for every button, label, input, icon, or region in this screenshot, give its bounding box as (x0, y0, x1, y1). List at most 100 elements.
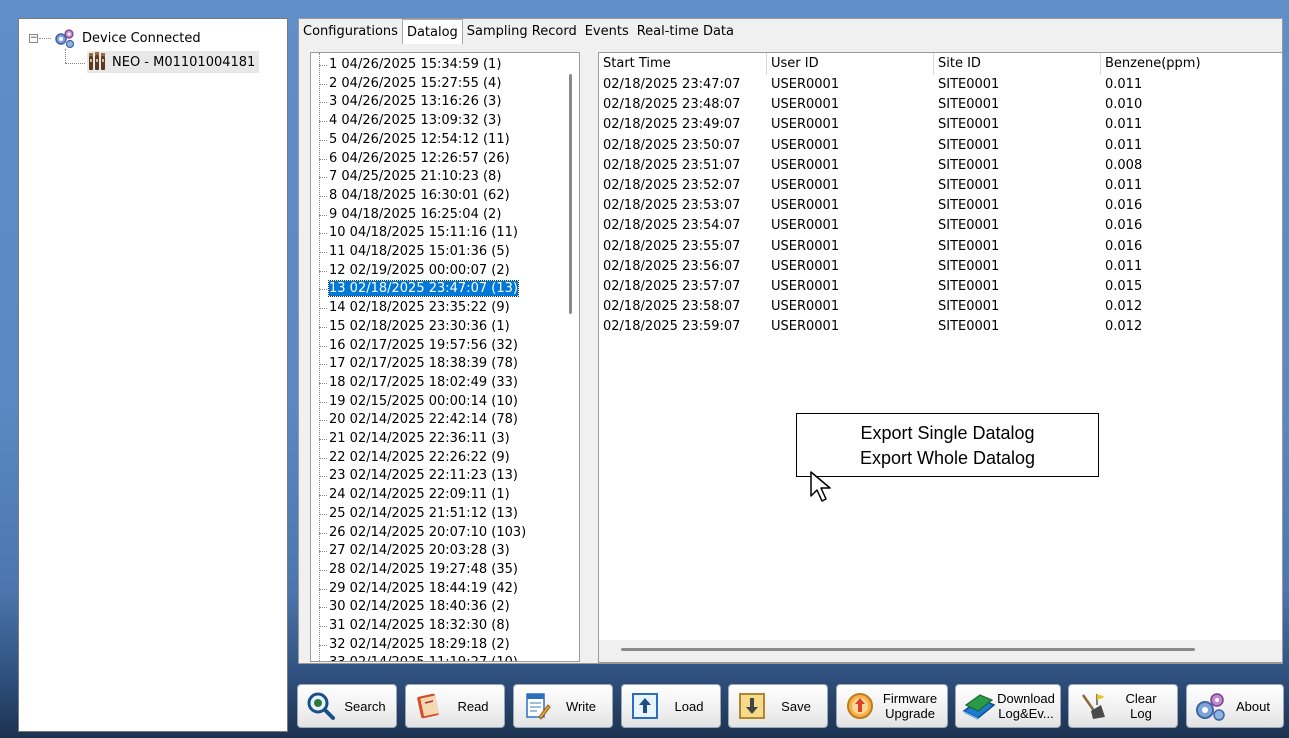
datalog-list-item[interactable]: 24 02/14/2025 22:09:11 (1) (319, 486, 510, 504)
scrollbar-thumb[interactable] (569, 74, 572, 314)
about-button[interactable]: About (1186, 684, 1284, 728)
table-row[interactable]: 02/18/2025 23:49:07 USER0001 SITE0001 0.011 (599, 115, 1282, 135)
table-row[interactable]: 02/18/2025 23:51:07 USER0001 SITE0001 0.008 (599, 156, 1282, 176)
tree-connector (319, 326, 327, 328)
gears-icon (1193, 689, 1227, 723)
datalog-list-item[interactable]: 30 02/14/2025 18:40:36 (2) (319, 598, 510, 616)
datalog-table-hscrollbar[interactable] (599, 640, 1282, 662)
main-panel: Configurations Datalog Sampling Record Even… (298, 18, 1283, 664)
tree-device-node[interactable]: NEO - M01101004181 (87, 51, 260, 73)
load-button[interactable]: Load (621, 684, 721, 728)
scrollbar-thumb[interactable] (621, 648, 1195, 651)
column-header[interactable]: Start Time (599, 53, 767, 75)
datalog-list-item[interactable]: 25 02/14/2025 21:51:12 (13) (319, 505, 518, 523)
datalog-list-item[interactable]: 13 02/18/2025 23:47:07 (13) (319, 280, 519, 298)
datalog-list-item[interactable]: 9 04/18/2025 16:25:04 (2) (319, 206, 501, 224)
tree-connector (319, 439, 327, 440)
datalog-list-item[interactable]: 22 02/14/2025 22:26:22 (9) (319, 449, 510, 467)
tab-configurations[interactable]: Configurations (299, 19, 402, 43)
device-tree[interactable]: − Device Connected NEO - M01101004181 (18, 18, 288, 732)
mouse-cursor-icon (809, 470, 835, 510)
datalog-list-item[interactable]: 18 02/17/2025 18:02:49 (33) (319, 374, 518, 392)
tab-sampling-record[interactable]: Sampling Record (463, 19, 581, 43)
tree-root-row[interactable]: − Device Connected (29, 27, 201, 49)
datalog-list-item-label: 3 04/26/2025 13:16:26 (3) (329, 94, 502, 110)
datalog-list-item[interactable]: 23 02/14/2025 22:11:23 (13) (319, 467, 518, 485)
tree-connector (319, 420, 327, 422)
table-cell: SITE0001 (938, 299, 1000, 315)
datalog-list-item[interactable]: 21 02/14/2025 22:36:11 (3) (319, 430, 510, 448)
search-button-label: Search (344, 698, 386, 714)
datalog-list-item-label: 24 02/14/2025 22:09:11 (1) (329, 487, 510, 503)
table-cell: 02/18/2025 23:59:07 (603, 319, 741, 335)
datalog-list-item-label: 12 02/19/2025 00:00:07 (2) (329, 262, 510, 278)
download-log-events-button[interactable]: Download Log&Ev... (955, 684, 1061, 728)
table-cell: 0.010 (1105, 97, 1143, 113)
tree-connector (319, 233, 327, 235)
datalog-list-item[interactable]: 2 04/26/2025 15:27:55 (4) (319, 75, 501, 93)
datalog-list-item-label: 26 02/14/2025 20:07:10 (103) (329, 524, 527, 540)
table-row[interactable]: 02/18/2025 23:52:07 USER0001 SITE0001 0.011 (599, 176, 1282, 196)
books-icon (962, 689, 996, 723)
datalog-list-item[interactable]: 26 02/14/2025 20:07:10 (103) (319, 524, 526, 542)
datalog-list-item[interactable]: 16 02/17/2025 19:57:56 (32) (319, 337, 518, 355)
bottom-toolbar: Search Read Write Load Save Firmware Upgrade D… (292, 684, 1289, 734)
column-header[interactable]: Benzene(ppm) (1101, 53, 1282, 75)
datalog-list-item[interactable]: 8 04/18/2025 16:30:01 (62) (319, 187, 510, 205)
search-button[interactable]: Search (297, 684, 397, 728)
datalog-list-item[interactable]: 5 04/26/2025 12:54:12 (11) (319, 131, 510, 149)
datalog-list-item[interactable]: 14 02/18/2025 23:35:22 (9) (319, 299, 510, 317)
table-row[interactable]: 02/18/2025 23:54:07 USER0001 SITE0001 0.016 (599, 216, 1282, 236)
table-row[interactable]: 02/18/2025 23:57:07 USER0001 SITE0001 0.015 (599, 277, 1282, 297)
table-row[interactable]: 02/18/2025 23:53:07 USER0001 SITE0001 0.016 (599, 196, 1282, 216)
datalog-list-item[interactable]: 28 02/14/2025 19:27:48 (35) (319, 561, 518, 579)
datalog-list-item[interactable]: 11 04/18/2025 15:01:36 (5) (319, 243, 510, 261)
collapse-toggle[interactable]: − (29, 33, 38, 43)
datalog-list-item[interactable]: 15 02/18/2025 23:30:36 (1) (319, 318, 510, 336)
datalog-table[interactable]: Start Time User ID Site ID Benzene(ppm) 02/… (598, 52, 1283, 663)
datalog-list-item[interactable]: 1 04/26/2025 15:34:59 (1) (319, 56, 501, 74)
table-row[interactable]: 02/18/2025 23:55:07 USER0001 SITE0001 0.016 (599, 237, 1282, 257)
write-button[interactable]: Write (513, 684, 613, 728)
datalog-list-item[interactable]: 19 02/15/2025 00:00:14 (10) (319, 393, 518, 411)
device-icon (87, 51, 107, 73)
datalog-list-item[interactable]: 3 04/26/2025 13:16:26 (3) (319, 93, 501, 111)
firmware-upgrade-button[interactable]: Firmware Upgrade (836, 684, 948, 728)
datalog-list-item[interactable]: 4 04/26/2025 13:09:32 (3) (319, 112, 501, 130)
datalog-list-item[interactable]: 27 02/14/2025 20:03:28 (3) (319, 542, 510, 560)
datalog-list-item[interactable]: 29 02/14/2025 18:44:19 (42) (319, 580, 518, 598)
menu-item-export-whole-datalog[interactable]: Export Whole Datalog (797, 446, 1098, 471)
datalog-list-item[interactable]: 31 02/14/2025 18:32:30 (8) (319, 617, 510, 635)
datalog-list-item[interactable]: 12 02/19/2025 00:00:07 (2) (319, 262, 510, 280)
datalog-list-item[interactable]: 6 04/26/2025 12:26:57 (26) (319, 150, 510, 168)
clear-log-button-label: Clear Log (1125, 691, 1157, 721)
table-row[interactable]: 02/18/2025 23:56:07 USER0001 SITE0001 0.011 (599, 257, 1282, 277)
table-row[interactable]: 02/18/2025 23:47:07 USER0001 SITE0001 0.011 (599, 75, 1282, 95)
datalog-list-item[interactable]: 32 02/14/2025 18:29:18 (2) (319, 636, 510, 654)
clear-log-button[interactable]: Clear Log (1068, 684, 1178, 728)
tab-datalog[interactable]: Datalog (401, 19, 463, 44)
datalog-list-scrollbar[interactable] (562, 53, 579, 661)
tree-connector (319, 607, 327, 609)
table-row[interactable]: 02/18/2025 23:50:07 USER0001 SITE0001 0.011 (599, 136, 1282, 156)
table-row[interactable]: 02/18/2025 23:59:07 USER0001 SITE0001 0.012 (599, 317, 1282, 337)
datalog-list-item[interactable]: 17 02/17/2025 18:38:39 (78) (319, 355, 518, 373)
datalog-list-item-label: 16 02/17/2025 19:57:56 (32) (329, 337, 518, 353)
table-row[interactable]: 02/18/2025 23:58:07 USER0001 SITE0001 0.012 (599, 297, 1282, 317)
table-row[interactable]: 02/18/2025 23:48:07 USER0001 SITE0001 0.010 (599, 95, 1282, 115)
datalog-list-item[interactable]: 10 04/18/2025 15:11:16 (11) (319, 224, 518, 242)
datalog-list-item[interactable]: 33 02/14/2025 11:19:27 (10) (319, 654, 518, 661)
datalog-list-item[interactable]: 7 04/25/2025 21:10:23 (8) (319, 168, 501, 186)
datalog-list-item-label: 20 02/14/2025 22:42:14 (78) (329, 412, 518, 428)
menu-item-export-single-datalog[interactable]: Export Single Datalog (797, 421, 1098, 446)
read-button[interactable]: Read (405, 684, 505, 728)
tab-events[interactable]: Events (581, 19, 633, 43)
datalog-list[interactable]: 1 04/26/2025 15:34:59 (1) 2 04/26/2025 15… (310, 52, 580, 662)
download-log-events-button-label: Download Log&Ev... (997, 691, 1055, 721)
tab-real-time-data[interactable]: Real-time Data (633, 19, 738, 43)
datalog-list-item[interactable]: 20 02/14/2025 22:42:14 (78) (319, 411, 518, 429)
column-header[interactable]: Site ID (934, 53, 1101, 75)
firmware-upgrade-button-label: Firmware Upgrade (882, 691, 938, 721)
column-header[interactable]: User ID (767, 53, 934, 75)
save-button[interactable]: Save (728, 684, 828, 728)
